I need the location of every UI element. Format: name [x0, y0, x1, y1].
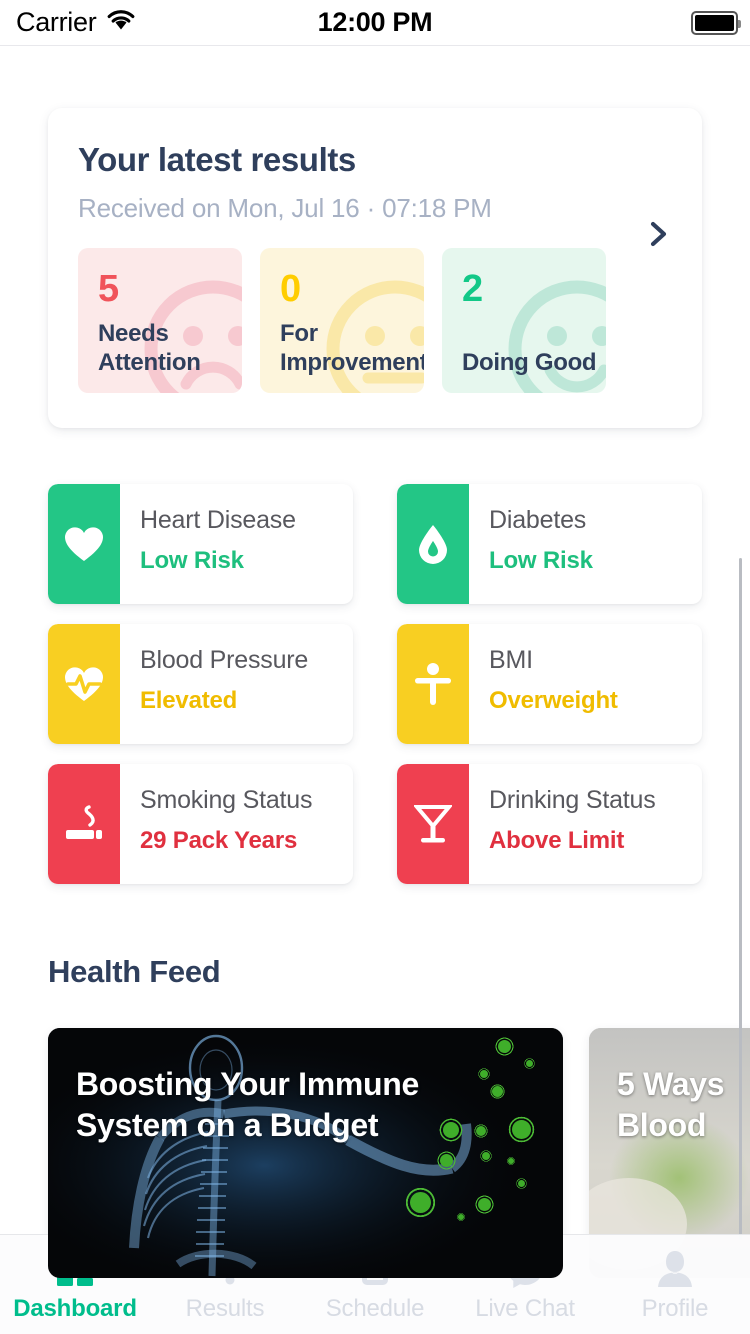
risk-card-drinking-status[interactable]: Drinking Status Above Limit [397, 764, 702, 884]
risk-card-text: Drinking Status Above Limit [469, 764, 656, 884]
risk-card-diabetes[interactable]: Diabetes Low Risk [397, 484, 702, 604]
risk-card-text: BMI Overweight [469, 624, 618, 744]
cigarette-icon [48, 764, 120, 884]
risk-card-name: Blood Pressure [140, 646, 309, 674]
risk-card-row: Smoking Status 29 Pack Years Drinking St… [48, 764, 702, 884]
risk-card-text: Heart Disease Low Risk [120, 484, 296, 604]
virus-particle [405, 1187, 436, 1218]
risk-card-status: Low Risk [140, 547, 244, 574]
health-feed-headline: 5 Ways Blood [617, 1066, 725, 1143]
status-bar-right [691, 10, 741, 35]
risk-card-status: 29 Pack Years [140, 827, 298, 854]
heart-icon [48, 484, 120, 604]
risk-card-status: Elevated [140, 687, 238, 714]
tab-label: Schedule [325, 1295, 425, 1322]
risk-card-text: Smoking Status 29 Pack Years [120, 764, 312, 884]
risk-card-status: Low Risk [489, 547, 593, 574]
virus-particle [456, 1212, 466, 1222]
risk-card-name: BMI [489, 646, 533, 674]
summary-tile-count: 2 [462, 268, 483, 310]
risk-card-name: Heart Disease [140, 506, 296, 534]
risk-card-row: Blood Pressure Elevated BMI Overweight [48, 624, 702, 744]
tab-profile[interactable]: Profile [600, 1235, 750, 1323]
battery-full-icon [691, 10, 741, 35]
summary-tile-label: Doing Good [462, 349, 597, 376]
health-feed-card-1[interactable]: Boosting Your Immune System on a Budget [48, 1028, 563, 1278]
cocktail-glass-icon [397, 764, 469, 884]
risk-card-name: Drinking Status [489, 786, 656, 814]
chevron-right-icon[interactable] [644, 220, 672, 248]
risk-card-name: Smoking Status [140, 786, 313, 814]
virus-particle [475, 1195, 494, 1214]
risk-card-grid: Heart Disease Low Risk Diabetes Low Risk [48, 484, 702, 904]
summary-tile-for-improvement[interactable]: 0 For Improvement [260, 248, 424, 393]
virus-particle [480, 1150, 492, 1162]
risk-card-text: Blood Pressure Elevated [120, 624, 308, 744]
summary-tile-label: Needs Attention [98, 320, 201, 376]
latest-results-subtitle: Received on Mon, Jul 16 · 07:18 PM [78, 193, 492, 223]
risk-card-name: Diabetes [489, 506, 587, 534]
latest-results-card[interactable]: Your latest results Received on Mon, Jul… [48, 108, 702, 428]
tab-label: Profile [641, 1295, 709, 1322]
tab-label: Live Chat [475, 1295, 575, 1322]
status-bar-clock: 12:00 PM [317, 7, 433, 37]
virus-particle [437, 1151, 456, 1170]
summary-tile-doing-good[interactable]: 2 Doing Good [442, 248, 606, 393]
health-feed-heading: Health Feed [48, 954, 221, 989]
summary-tile-count: 0 [280, 268, 301, 310]
risk-card-smoking-status[interactable]: Smoking Status 29 Pack Years [48, 764, 353, 884]
risk-card-text: Diabetes Low Risk [469, 484, 593, 604]
summary-tile-needs-attention[interactable]: 5 Needs Attention [78, 248, 242, 393]
body-figure-icon [397, 624, 469, 744]
app-screen: Carrier 12:00 PM Your latest results Rec… [0, 0, 750, 1334]
tab-label: Results [185, 1295, 265, 1322]
risk-card-bmi[interactable]: BMI Overweight [397, 624, 702, 744]
summary-tile-count: 5 [98, 268, 119, 310]
result-summary-tiles[interactable]: 5 Needs Attention 0 For Improvement 2 Do… [78, 248, 606, 393]
scroll-content[interactable]: Your latest results Received on Mon, Jul… [0, 46, 750, 1278]
virus-particle [516, 1178, 527, 1189]
heart-pulse-icon [48, 624, 120, 744]
risk-card-row: Heart Disease Low Risk Diabetes Low Risk [48, 484, 702, 604]
risk-card-heart-disease[interactable]: Heart Disease Low Risk [48, 484, 353, 604]
virus-particle [495, 1037, 514, 1056]
risk-card-status: Overweight [489, 687, 618, 714]
summary-tile-label: For Improvement [280, 320, 424, 376]
health-feed-headline: Boosting Your Immune System on a Budget [76, 1066, 420, 1143]
risk-card-blood-pressure[interactable]: Blood Pressure Elevated [48, 624, 353, 744]
virus-particle [506, 1156, 516, 1166]
blood-drop-icon [397, 484, 469, 604]
risk-card-status: Above Limit [489, 827, 625, 854]
latest-results-title: Your latest results [78, 141, 356, 178]
status-bar: Carrier 12:00 PM [0, 0, 750, 46]
tab-label: Dashboard [13, 1295, 137, 1322]
person-icon [653, 1247, 697, 1291]
